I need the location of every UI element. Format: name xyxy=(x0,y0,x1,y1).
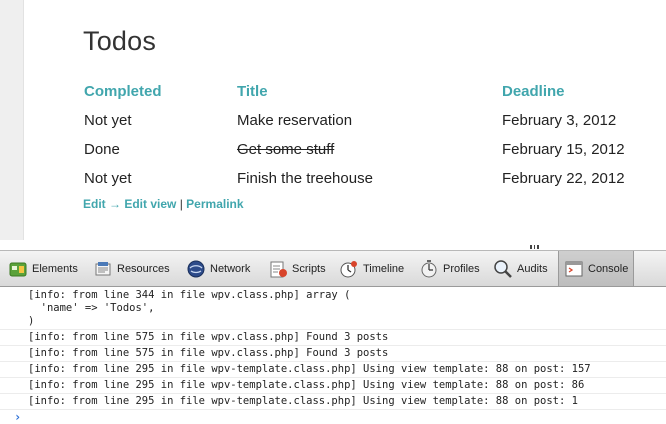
left-margin-strip xyxy=(0,0,23,240)
console-icon xyxy=(564,259,584,279)
permalink-link[interactable]: Permalink xyxy=(186,197,243,211)
tab-label: Network xyxy=(210,262,251,275)
todo-title-cell-done: Get some stuff xyxy=(237,141,335,158)
page-title: Todos xyxy=(83,26,157,56)
todo-deadline-cell: February 15, 2012 xyxy=(502,141,625,158)
todo-deadline-cell: February 22, 2012 xyxy=(502,170,625,187)
todo-title-cell: Finish the treehouse xyxy=(237,170,373,187)
todo-completed-cell: Done xyxy=(84,141,120,158)
console-prompt-icon[interactable]: › xyxy=(14,410,21,424)
todo-completed-cell: Not yet xyxy=(84,112,132,129)
link-separator: | xyxy=(179,197,183,211)
tab-audits[interactable]: Audits xyxy=(493,251,557,286)
console-divider xyxy=(0,329,666,330)
tab-label: Resources xyxy=(117,262,170,275)
column-header-deadline: Deadline xyxy=(502,83,565,100)
resources-icon xyxy=(93,259,113,279)
tab-label: Profiles xyxy=(443,262,480,275)
tab-profiles[interactable]: Profiles xyxy=(419,251,491,286)
console-message: [info: from line 295 in file wpv-templat… xyxy=(28,363,591,375)
view-links: Edit → Edit view | Permalink xyxy=(83,197,244,211)
column-header-completed: Completed xyxy=(84,83,162,100)
tab-label: Audits xyxy=(517,262,548,275)
console-divider xyxy=(0,393,666,394)
devtools-resize-grip[interactable] xyxy=(530,245,540,249)
tab-scripts[interactable]: Scripts xyxy=(268,251,334,286)
console-message: [info: from line 295 in file wpv-templat… xyxy=(28,379,585,391)
console-message: [info: from line 295 in file wpv-templat… xyxy=(28,395,578,407)
tab-label: Elements xyxy=(32,262,78,275)
tab-network[interactable]: Network xyxy=(186,251,261,286)
elements-icon xyxy=(8,259,28,279)
console-panel[interactable]: [info: from line 344 in file wpv.class.p… xyxy=(0,287,666,424)
tab-console[interactable]: Console xyxy=(558,251,634,286)
console-divider xyxy=(0,361,666,362)
edit-view-link[interactable]: Edit → Edit view xyxy=(83,197,176,211)
tab-timeline[interactable]: Timeline xyxy=(339,251,415,286)
console-message: 'name' => 'Todos', xyxy=(28,302,155,314)
devtools-toolbar: Elements Resources Network Scripts Timel… xyxy=(0,251,666,287)
console-divider xyxy=(0,377,666,378)
profiles-icon xyxy=(419,259,439,279)
console-message: [info: from line 344 in file wpv.class.p… xyxy=(28,289,351,301)
tab-resources[interactable]: Resources xyxy=(93,251,183,286)
column-header-title: Title xyxy=(237,83,268,100)
todo-deadline-cell: February 3, 2012 xyxy=(502,112,617,129)
audits-icon xyxy=(493,259,513,279)
todo-title-cell: Make reservation xyxy=(237,112,353,129)
scripts-icon xyxy=(268,259,288,279)
console-message: ) xyxy=(28,315,35,327)
tab-elements[interactable]: Elements xyxy=(8,251,86,286)
console-message: [info: from line 575 in file wpv.class.p… xyxy=(28,347,389,359)
console-message: [info: from line 575 in file wpv.class.p… xyxy=(28,331,389,343)
console-divider xyxy=(0,345,666,346)
web-page: Todos Completed Title Deadline Not yet M… xyxy=(0,0,666,240)
left-margin-edge xyxy=(23,0,24,240)
network-icon xyxy=(186,259,206,279)
tab-label: Scripts xyxy=(292,262,326,275)
tab-label: Console xyxy=(588,262,629,275)
tab-label: Timeline xyxy=(363,262,405,275)
todo-completed-cell: Not yet xyxy=(84,170,132,187)
console-divider xyxy=(0,409,666,410)
timeline-icon xyxy=(339,259,359,279)
